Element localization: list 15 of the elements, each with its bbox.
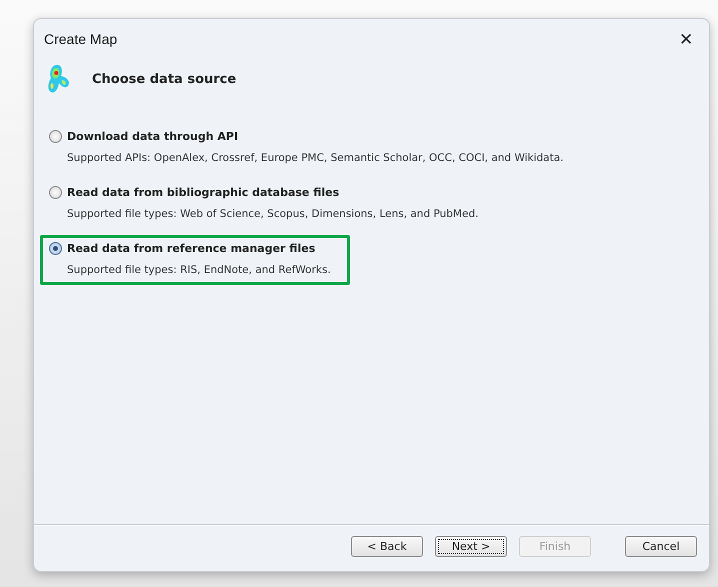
window-title: Create Map — [44, 31, 118, 47]
option-description: Supported file types: Web of Science, Scopus, Dimensions, Lens, and PubMed. — [67, 208, 478, 220]
option-label[interactable]: Read data from reference manager files — [67, 242, 316, 255]
page-heading: Choose data source — [92, 72, 236, 86]
radio-button[interactable] — [49, 130, 62, 143]
option-label[interactable]: Download data through API — [67, 130, 238, 143]
option-label[interactable]: Read data from bibliographic database files — [67, 186, 340, 199]
radio-button[interactable] — [49, 242, 62, 255]
option-description: Supported file types: RIS, EndNote, and RefWorks. — [67, 264, 331, 276]
dialog-button[interactable]: Next > — [435, 536, 507, 556]
dialog-button[interactable]: < Back — [351, 536, 423, 556]
dialog-button[interactable]: Cancel — [625, 536, 697, 556]
radio-button[interactable] — [49, 186, 62, 199]
option-description: Supported APIs: OpenAlex, Crossref, Europe PMC, Semantic Scholar, OCC, COCI, and Wikidata. — [67, 152, 564, 164]
close-button[interactable]: ✕ — [673, 26, 699, 52]
